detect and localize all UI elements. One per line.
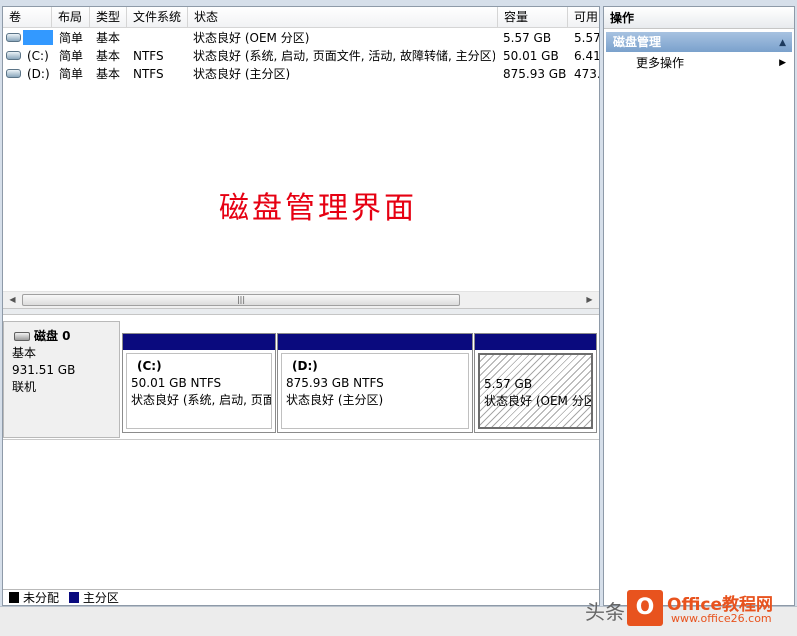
volume-capacity: 875.93 GB (503, 67, 567, 81)
table-row[interactable]: 简单 基本 状态良好 (OEM 分区) 5.57 GB 5.57 (3, 29, 599, 47)
partition-size-fs: 875.93 GB NTFS (286, 376, 384, 390)
table-row[interactable]: (C:) 简单 基本 NTFS 状态良好 (系统, 启动, 页面文件, 活动, … (3, 47, 599, 65)
hard-disk-icon (14, 332, 30, 341)
disk-size: 931.51 GB (12, 363, 76, 377)
more-actions-item[interactable]: 更多操作 ▶ (604, 52, 794, 74)
volume-filesystem: NTFS (133, 49, 164, 63)
volume-free: 6.41 (574, 49, 599, 63)
volume-icon (6, 33, 21, 42)
partition-type-bar (278, 334, 472, 350)
disk-state: 联机 (12, 380, 37, 394)
watermark-site: www.office26.com (671, 612, 772, 625)
disk-0-info[interactable]: 磁盘 0 基本 931.51 GB 联机 (3, 321, 120, 438)
partition-oem[interactable]: 5.57 GB 状态良好 (OEM 分区 (474, 333, 597, 433)
actions-pane: 操作 磁盘管理 ▲ 更多操作 ▶ (603, 6, 795, 606)
annotation-text: 磁盘管理界面 (219, 191, 417, 226)
partition-size-fs: 50.01 GB NTFS (131, 376, 222, 390)
partition-d[interactable]: (D:) 875.93 GB NTFS 状态良好 (主分区) (277, 333, 473, 433)
collapse-up-icon[interactable]: ▲ (779, 33, 786, 53)
partition-status: 状态良好 (系统, 启动, 页面 (131, 393, 272, 407)
column-header-status[interactable]: 状态 (188, 7, 498, 28)
volume-type: 基本 (96, 31, 121, 45)
volume-capacity: 50.01 GB (503, 49, 559, 63)
partition-status: 状态良好 (OEM 分区 (484, 394, 593, 408)
volume-layout: 简单 (59, 49, 84, 63)
partition-c[interactable]: (C:) 50.01 GB NTFS 状态良好 (系统, 启动, 页面 (122, 333, 276, 433)
column-header-filesystem[interactable]: 文件系统 (127, 7, 188, 28)
volume-layout: 简单 (59, 31, 84, 45)
partition-status: 状态良好 (主分区) (286, 393, 384, 407)
column-header-type[interactable]: 类型 (90, 7, 127, 28)
volume-icon (6, 69, 21, 78)
legend-primary: 主分区 (82, 591, 119, 605)
column-header-capacity[interactable]: 容量 (498, 7, 568, 28)
legend-unallocated: 未分配 (23, 591, 60, 605)
volume-name: (C:) (27, 49, 49, 63)
volume-name: (D:) (27, 67, 50, 81)
partition-label (484, 359, 591, 376)
volume-free: 473.2 (574, 67, 599, 81)
volume-filesystem: NTFS (133, 67, 164, 81)
partition-size-fs: 5.57 GB (484, 377, 533, 391)
disk-name: 磁盘 0 (34, 329, 71, 343)
volume-type: 基本 (96, 49, 121, 63)
horizontal-scrollbar[interactable]: ◀ ||| ▶ (3, 291, 599, 308)
volume-icon (6, 51, 21, 60)
scrollbar-thumb[interactable]: ||| (22, 294, 460, 306)
scroll-right-icon[interactable]: ▶ (581, 292, 598, 308)
volume-status: 状态良好 (系统, 启动, 页面文件, 活动, 故障转储, 主分区) (193, 49, 495, 63)
partition-type-bar (475, 334, 596, 350)
volume-status: 状态良好 (OEM 分区) (193, 31, 310, 45)
more-actions-label: 更多操作 (636, 56, 685, 70)
volume-free: 5.57 (574, 31, 599, 45)
watermark-toutiao: 头条 (585, 600, 625, 624)
legend: 未分配 主分区 (3, 589, 599, 605)
column-header-volume[interactable]: 卷 (3, 7, 52, 28)
volume-capacity: 5.57 GB (503, 31, 552, 45)
column-header-layout[interactable]: 布局 (52, 7, 90, 28)
volume-selection-highlight (23, 30, 53, 45)
disk-management-main-pane: 卷 布局 类型 文件系统 状态 容量 可用 简单 基本 状态良好 (OEM 分区… (2, 6, 600, 606)
partition-label: (C:) (137, 359, 162, 373)
graphical-disk-view: 磁盘 0 基本 931.51 GB 联机 (C:) 50.01 GB NTFS … (3, 315, 599, 589)
disk-type: 基本 (12, 346, 37, 360)
actions-group-disk-management[interactable]: 磁盘管理 ▲ (606, 32, 792, 52)
volume-name (23, 29, 53, 47)
volume-status: 状态良好 (主分区) (193, 67, 291, 81)
unallocated-swatch (9, 592, 19, 603)
volume-type: 基本 (96, 67, 121, 81)
disk-row-divider (3, 439, 599, 440)
pane-splitter[interactable] (3, 308, 599, 315)
volume-layout: 简单 (59, 67, 84, 81)
grip-icon: ||| (236, 295, 246, 304)
primary-swatch (68, 592, 79, 603)
chevron-right-icon: ▶ (779, 58, 786, 68)
partition-type-bar (123, 334, 275, 350)
volume-list: 卷 布局 类型 文件系统 状态 容量 可用 简单 基本 状态良好 (OEM 分区… (3, 7, 599, 309)
column-header-free[interactable]: 可用 (568, 7, 599, 28)
volume-list-header: 卷 布局 类型 文件系统 状态 容量 可用 (3, 7, 599, 28)
partition-label: (D:) (292, 359, 318, 373)
actions-group-label: 磁盘管理 (613, 35, 662, 49)
table-row[interactable]: (D:) 简单 基本 NTFS 状态良好 (主分区) 875.93 GB 473… (3, 65, 599, 83)
watermark: 头条 O Office教程网 www.office26.com (585, 584, 793, 634)
scroll-left-icon[interactable]: ◀ (4, 292, 21, 308)
office-logo-icon: O (627, 590, 663, 626)
actions-title: 操作 (604, 7, 794, 29)
